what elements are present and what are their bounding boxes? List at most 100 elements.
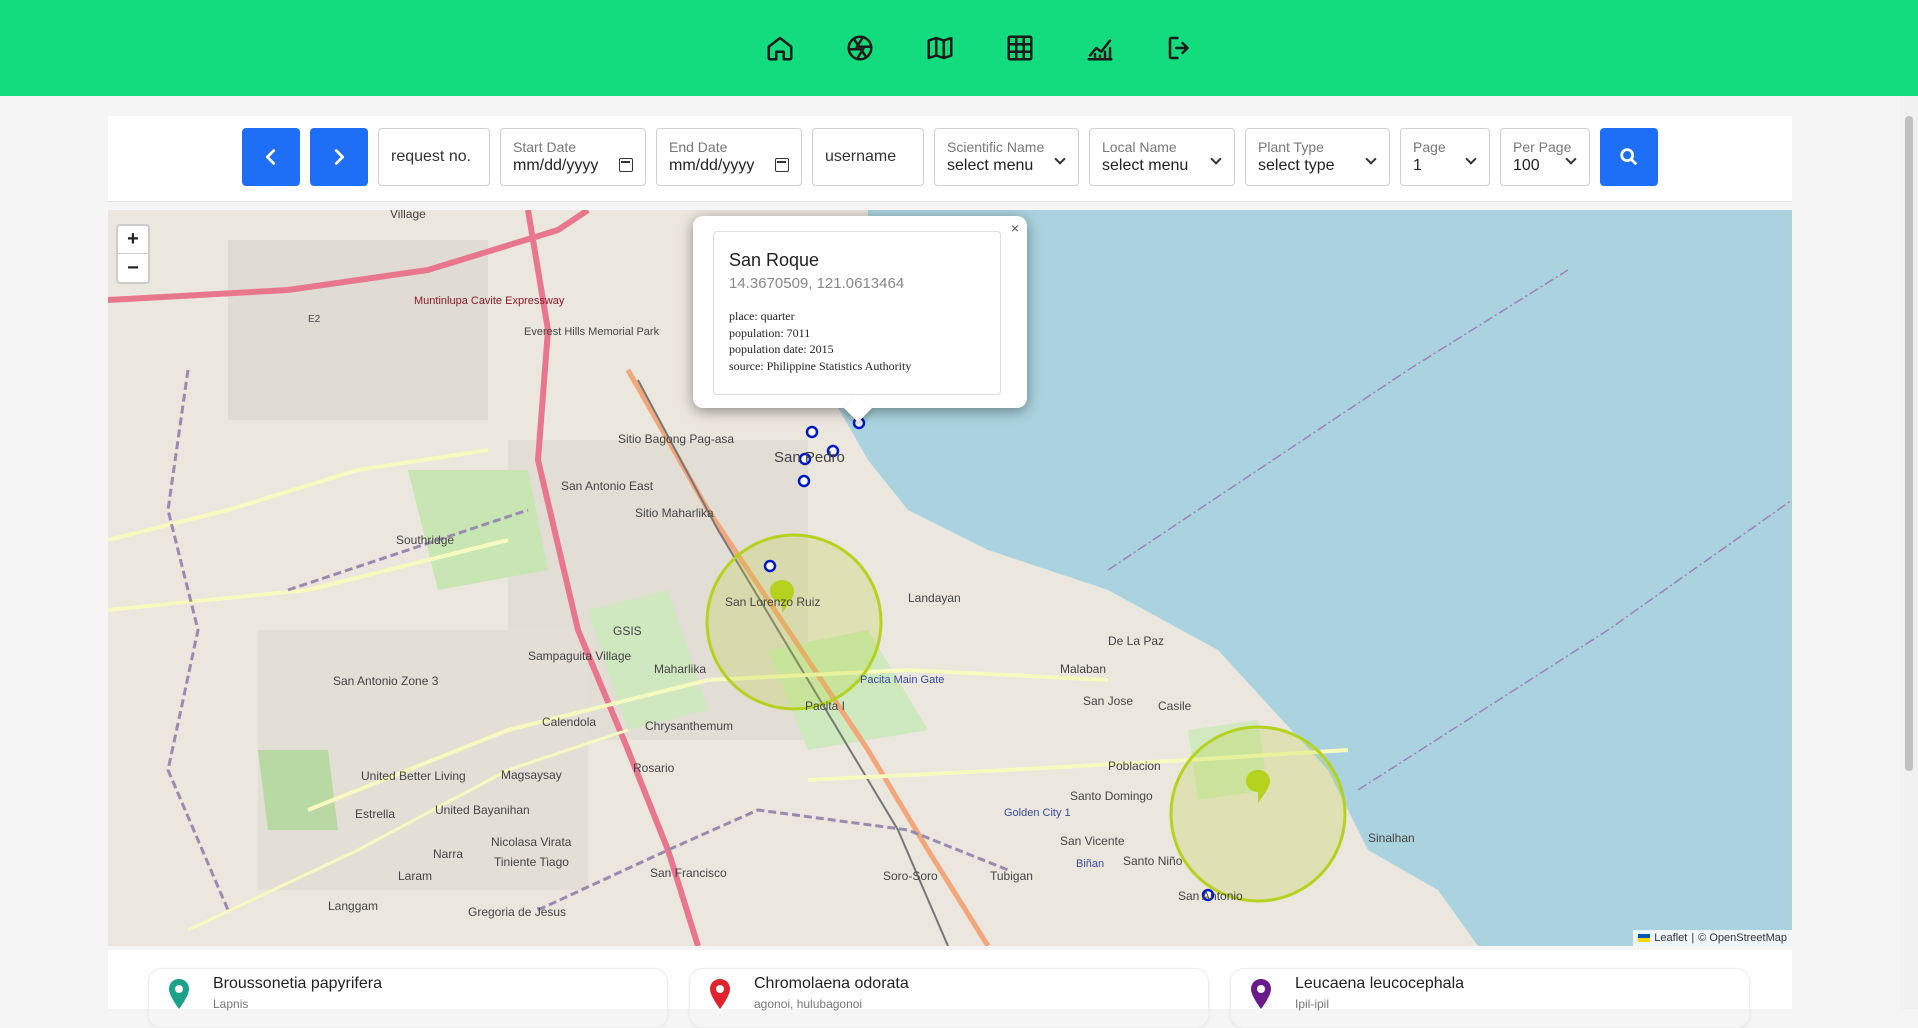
map-label-southridge: Southridge: [396, 533, 454, 547]
map-label-poblacion: Poblacion: [1108, 759, 1161, 773]
popup-place-name: San Roque: [729, 250, 820, 270]
map-label-rosario: Rosario: [633, 761, 675, 775]
openstreetmap-link[interactable]: © OpenStreetMap: [1698, 932, 1787, 944]
page-select[interactable]: Page 1: [1400, 128, 1490, 186]
chart-nav-button[interactable]: [1060, 30, 1140, 66]
map-label-united-better: United Better Living: [361, 769, 466, 783]
map-label-e2: E2: [308, 314, 321, 325]
map-view[interactable]: San Pedro Landayan De La Paz Malaban San…: [108, 210, 1792, 946]
map-nav-button[interactable]: [900, 30, 980, 66]
map-label-de-la-paz: De La Paz: [1108, 634, 1164, 648]
popup-close-button[interactable]: ×: [1011, 220, 1019, 236]
local-name-select[interactable]: Local Name select menu: [1089, 128, 1235, 186]
plant-type-select[interactable]: Plant Type select type: [1245, 128, 1390, 186]
table-nav-button[interactable]: [980, 30, 1060, 66]
attribution-separator: |: [1691, 932, 1695, 944]
plant-card[interactable]: Leucaena leucocephala Ipil-ipil: [1230, 968, 1750, 1028]
map-label-binan: Biñan: [1076, 858, 1104, 870]
map-label-pacita: Pacita I: [805, 699, 845, 713]
map-label-calendola: Calendola: [542, 715, 596, 729]
map-label-sampaguita: Sampaguita Village: [528, 649, 632, 663]
popup-coordinates: 14.3670509, 121.0613464: [729, 275, 905, 292]
popup-population: population: 7011: [729, 325, 811, 340]
request-number-placeholder: request no.: [391, 148, 472, 165]
logout-nav-button[interactable]: [1140, 30, 1220, 66]
map-label-sinalhan: Sinalhan: [1368, 831, 1415, 845]
chevron-right-icon: [334, 149, 345, 165]
map-label-san-antonio-east: San Antonio East: [561, 479, 654, 493]
map-label-maharlika: Maharlika: [654, 662, 706, 676]
map-label-nicolasa: Nicolasa Virata: [491, 835, 572, 849]
leaflet-link[interactable]: Leaflet: [1654, 932, 1687, 944]
request-number-input[interactable]: request no.: [378, 128, 490, 186]
map-label-tiniente: Tiniente Tiago: [494, 855, 569, 869]
zoom-out-button[interactable]: −: [118, 254, 148, 282]
logout-icon: [1168, 36, 1189, 60]
previous-button[interactable]: [242, 128, 300, 186]
map-label-sitio-bagong: Sitio Bagong Pag-asa: [618, 432, 734, 446]
map-label-chrysanthemum: Chrysanthemum: [645, 719, 733, 733]
map-label-santo-nino: Santo Niño: [1123, 854, 1183, 868]
map-label-casile: Casile: [1158, 699, 1192, 713]
map-label-estrella: Estrella: [355, 807, 395, 821]
map-label-pacita-gate: Pacita Main Gate: [860, 674, 944, 686]
plant-scientific-name: Leucaena leucocephala: [1295, 975, 1465, 992]
local-name-value: select menu: [1102, 157, 1189, 174]
map-label-golden-city: Golden City 1: [1004, 807, 1071, 819]
map-label-gsis: GSIS: [613, 624, 642, 638]
map-label-san-antonio: San Antonio: [1178, 889, 1243, 903]
plant-card[interactable]: Chromolaena odorata agonoi, hulubagonoi: [689, 968, 1209, 1028]
calendar-icon[interactable]: [775, 158, 789, 172]
username-input[interactable]: username: [812, 128, 924, 186]
map-label-village: Village: [390, 210, 426, 221]
plant-scientific-name: Broussonetia papyrifera: [213, 975, 382, 992]
scientific-name-select[interactable]: Scientific Name select menu: [934, 128, 1079, 186]
popup-card: San Roque 14.3670509, 121.0613464 place:…: [713, 231, 1001, 395]
map-pin-icon: [1251, 979, 1271, 1009]
map-label-langgam: Langgam: [328, 899, 378, 913]
zoom-in-button[interactable]: +: [118, 226, 148, 254]
capture-nav-button[interactable]: [820, 30, 900, 66]
popup-source: source: Philippine Statistics Authority: [729, 358, 912, 373]
scientific-name-value: select menu: [947, 157, 1034, 174]
per-page-select[interactable]: Per Page 100: [1500, 128, 1590, 186]
map-label-malaban: Malaban: [1060, 662, 1106, 676]
map-label-magsaysay: Magsaysay: [501, 768, 562, 782]
map-label-san-francisco: San Francisco: [650, 866, 727, 880]
start-date-input[interactable]: Start Date mm/dd/yyyy: [500, 128, 646, 186]
map-label-united-bayanihan: United Bayanihan: [435, 803, 530, 817]
map-pin-icon: [169, 979, 189, 1009]
next-button[interactable]: [310, 128, 368, 186]
search-button[interactable]: [1600, 128, 1658, 186]
plant-type-label: Plant Type: [1258, 139, 1324, 155]
scrollbar-thumb[interactable]: [1905, 116, 1913, 771]
map-popup: × San Roque 14.3670509, 121.0613464 plac…: [693, 216, 1027, 408]
map-label-san-antonio-zone: San Antonio Zone 3: [333, 674, 439, 688]
calendar-icon[interactable]: [619, 158, 633, 172]
start-date-label: Start Date: [513, 139, 577, 155]
page-scrollbar[interactable]: [1900, 96, 1918, 1009]
map-label-san-vicente: San Vicente: [1060, 834, 1125, 848]
start-date-value: mm/dd/yyyy: [513, 157, 599, 174]
chevron-left-icon: [265, 149, 276, 165]
end-date-input[interactable]: End Date mm/dd/yyyy: [656, 128, 802, 186]
ukraine-flag-icon: [1638, 934, 1651, 942]
popup-population-date: population date: 2015: [729, 342, 834, 356]
map-label-soro-soro: Soro-Soro: [883, 869, 938, 883]
search-icon: [1620, 148, 1638, 166]
popup-attributes: place: quarter population: 7011 populati…: [729, 308, 985, 374]
end-date-label: End Date: [669, 139, 728, 155]
map-icon: [927, 36, 953, 60]
top-navbar: [0, 0, 1918, 96]
map-label-sitio-maharlika: Sitio Maharlika: [635, 506, 714, 520]
home-nav-button[interactable]: [740, 30, 820, 66]
plant-type-value: select type: [1258, 157, 1335, 174]
plant-card[interactable]: Broussonetia papyrifera Lapnis: [148, 968, 668, 1028]
plant-cards: Broussonetia papyrifera Lapnis Chromolae…: [108, 950, 1792, 1028]
username-placeholder: username: [825, 148, 897, 165]
map-label-everest: Everest Hills Memorial Park: [524, 326, 660, 338]
map-pin-icon: [710, 979, 730, 1009]
per-page-label: Per Page: [1513, 139, 1572, 155]
chart-icon: [1087, 39, 1113, 61]
table-icon: [1007, 35, 1033, 61]
